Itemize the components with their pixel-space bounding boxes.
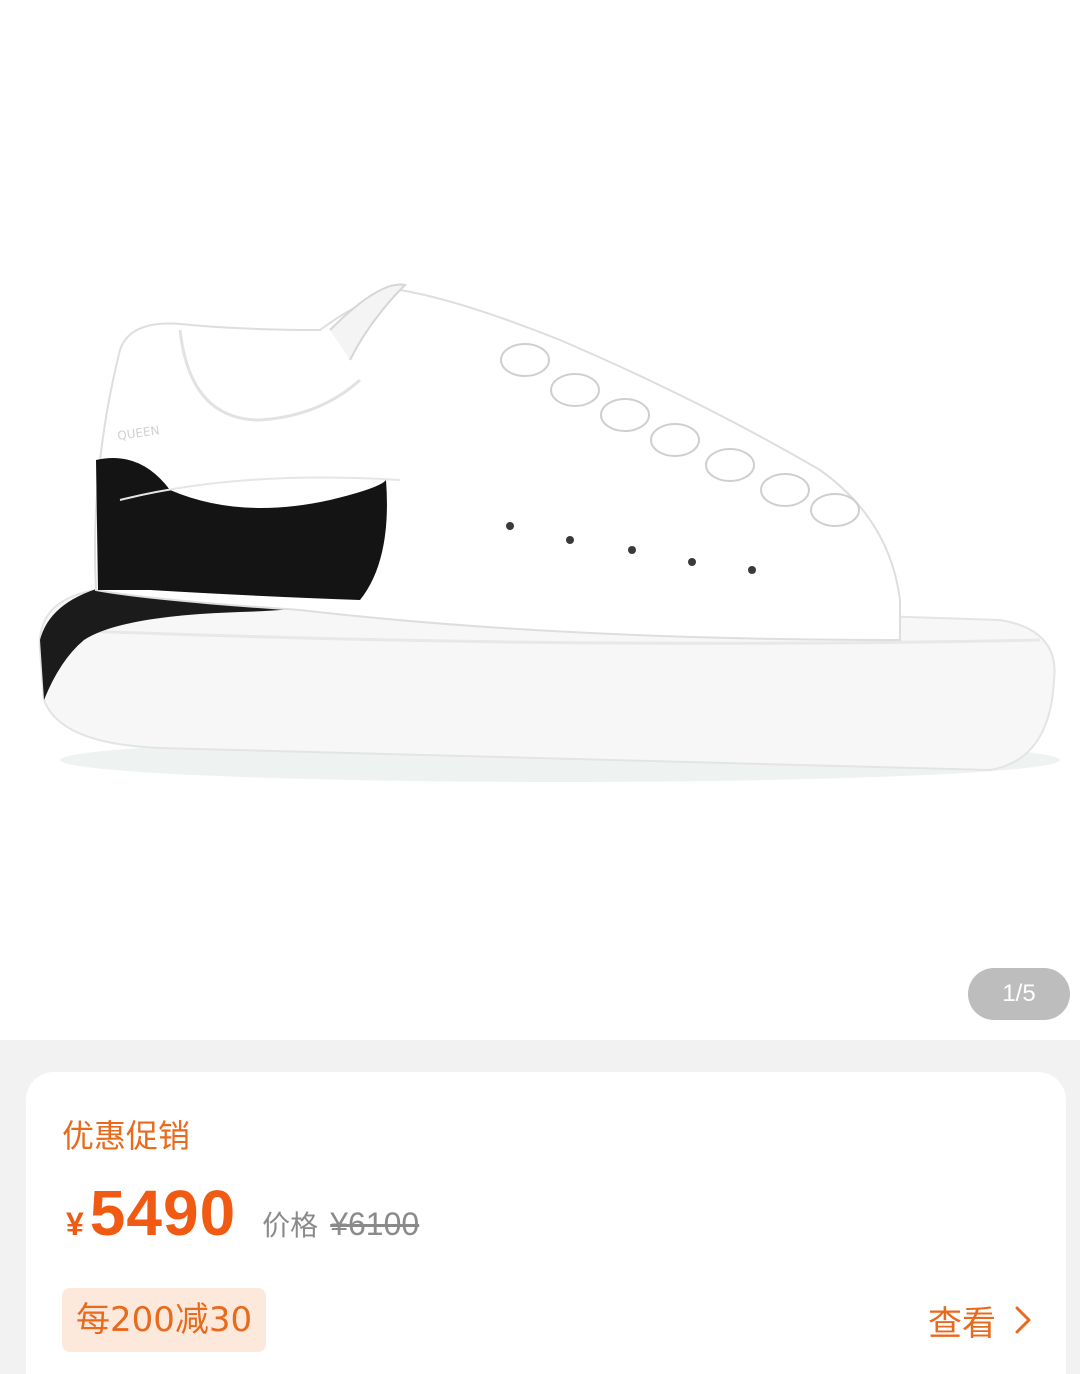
image-page-indicator: 1/5 bbox=[968, 968, 1070, 1020]
chevron-right-icon bbox=[1014, 1304, 1032, 1336]
currency-symbol: ¥ bbox=[66, 1206, 84, 1242]
sneaker-image: QUEEN bbox=[38, 283, 1060, 782]
view-label: 查看 bbox=[928, 1303, 996, 1344]
view-promotion-link[interactable]: 查看 bbox=[928, 1288, 1032, 1352]
sale-price: 5490 bbox=[89, 1177, 237, 1249]
original-price: ¥6100 bbox=[330, 1206, 420, 1242]
original-price-label: 价格 bbox=[262, 1209, 319, 1242]
price-row: ¥ 5490 价格 ¥6100 bbox=[66, 1176, 419, 1256]
product-image-gallery[interactable]: QUEEN 1/5 bbox=[0, 0, 1080, 1040]
promotion-card: 优惠促销 ¥ 5490 价格 ¥6100 每200减30 查看 bbox=[26, 1072, 1066, 1374]
coupon-badge[interactable]: 每200减30 bbox=[62, 1288, 267, 1352]
promotion-title: 优惠促销 bbox=[62, 1117, 191, 1155]
product-page: QUEEN 1/5 优惠促销 ¥ 5490 价格 ¥6100 每200减30 查… bbox=[0, 0, 1080, 1374]
